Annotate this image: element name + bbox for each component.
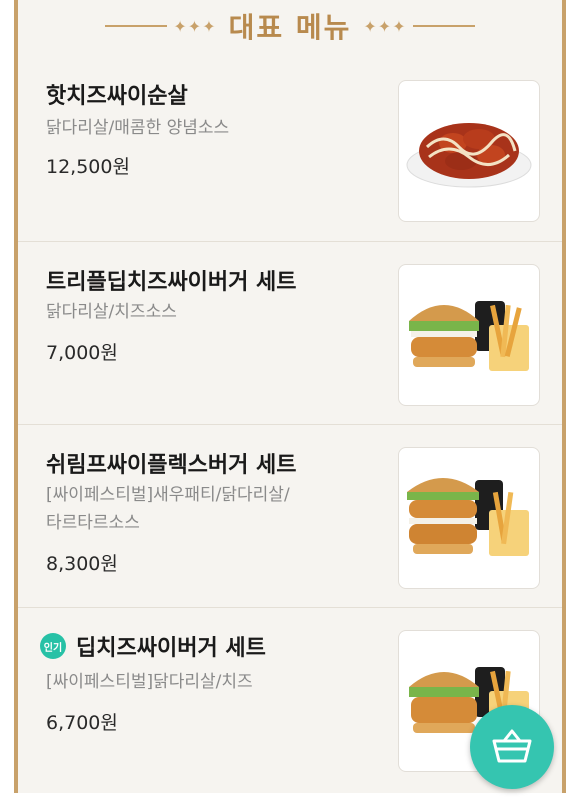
menu-item-image[interactable] [398, 80, 540, 222]
header-divider-left [105, 25, 168, 27]
menu-item-image[interactable] [398, 447, 540, 589]
menu-item-name: 트리플딥치즈싸이버거 세트 [46, 270, 297, 295]
menu-item-description-line: [싸이페스티벌]새우패티/닭다리살/ [46, 485, 290, 505]
menu-item-name-text: 딥치즈싸이버거 세트 [76, 636, 266, 661]
menu-item[interactable]: 트리플딥치즈싸이버거 세트 닭다리살/치즈소스 7,000원 [18, 242, 562, 425]
menu-item-price: 7,000원 [46, 342, 118, 364]
menu-item-description: 닭다리살/치즈소스 [46, 302, 177, 322]
menu-item-price: 6,700원 [46, 712, 118, 734]
header-ornament-left: ✦✦✦ [173, 16, 217, 36]
menu-item-description: 닭다리살/매콤한 양념소스 [46, 118, 230, 138]
menu-item-image[interactable] [398, 264, 540, 406]
section-header: ✦✦✦ 대표 메뉴 ✦✦✦ [18, 0, 562, 52]
menu-item-description: [싸이페스티벌]새우패티/닭다리살/ 타르타르소스 [46, 481, 346, 537]
menu-item-name: 핫치즈싸이순살 [46, 84, 188, 109]
header-ornament-right: ✦✦✦ [363, 16, 407, 36]
menu-item-name: 인기 딥치즈싸이버거 세트 [40, 630, 266, 662]
popular-badge: 인기 [40, 633, 66, 659]
menu-item[interactable]: 쉬림프싸이플렉스버거 세트 [싸이페스티벌]새우패티/닭다리살/ 타르타르소스 … [18, 425, 562, 608]
menu-frame: ✦✦✦ 대표 메뉴 ✦✦✦ 핫치즈싸이순살 닭다리살/매콤한 양념소스 12,5… [14, 0, 566, 793]
basket-icon [490, 727, 534, 767]
menu-item[interactable]: 핫치즈싸이순살 닭다리살/매콤한 양념소스 12,500원 [18, 62, 562, 242]
menu-item-name: 쉬림프싸이플렉스버거 세트 [46, 453, 297, 478]
header-divider-right [412, 25, 475, 27]
section-title: 대표 메뉴 [228, 11, 352, 44]
menu-item-price: 12,500원 [46, 156, 130, 178]
menu-item-description: [싸이페스티벌]닭다리살/치즈 [46, 672, 253, 692]
menu-item-price: 8,300원 [46, 553, 118, 575]
cart-fab-button[interactable] [470, 705, 554, 789]
menu-item-description-line: 타르타르소스 [46, 513, 140, 533]
